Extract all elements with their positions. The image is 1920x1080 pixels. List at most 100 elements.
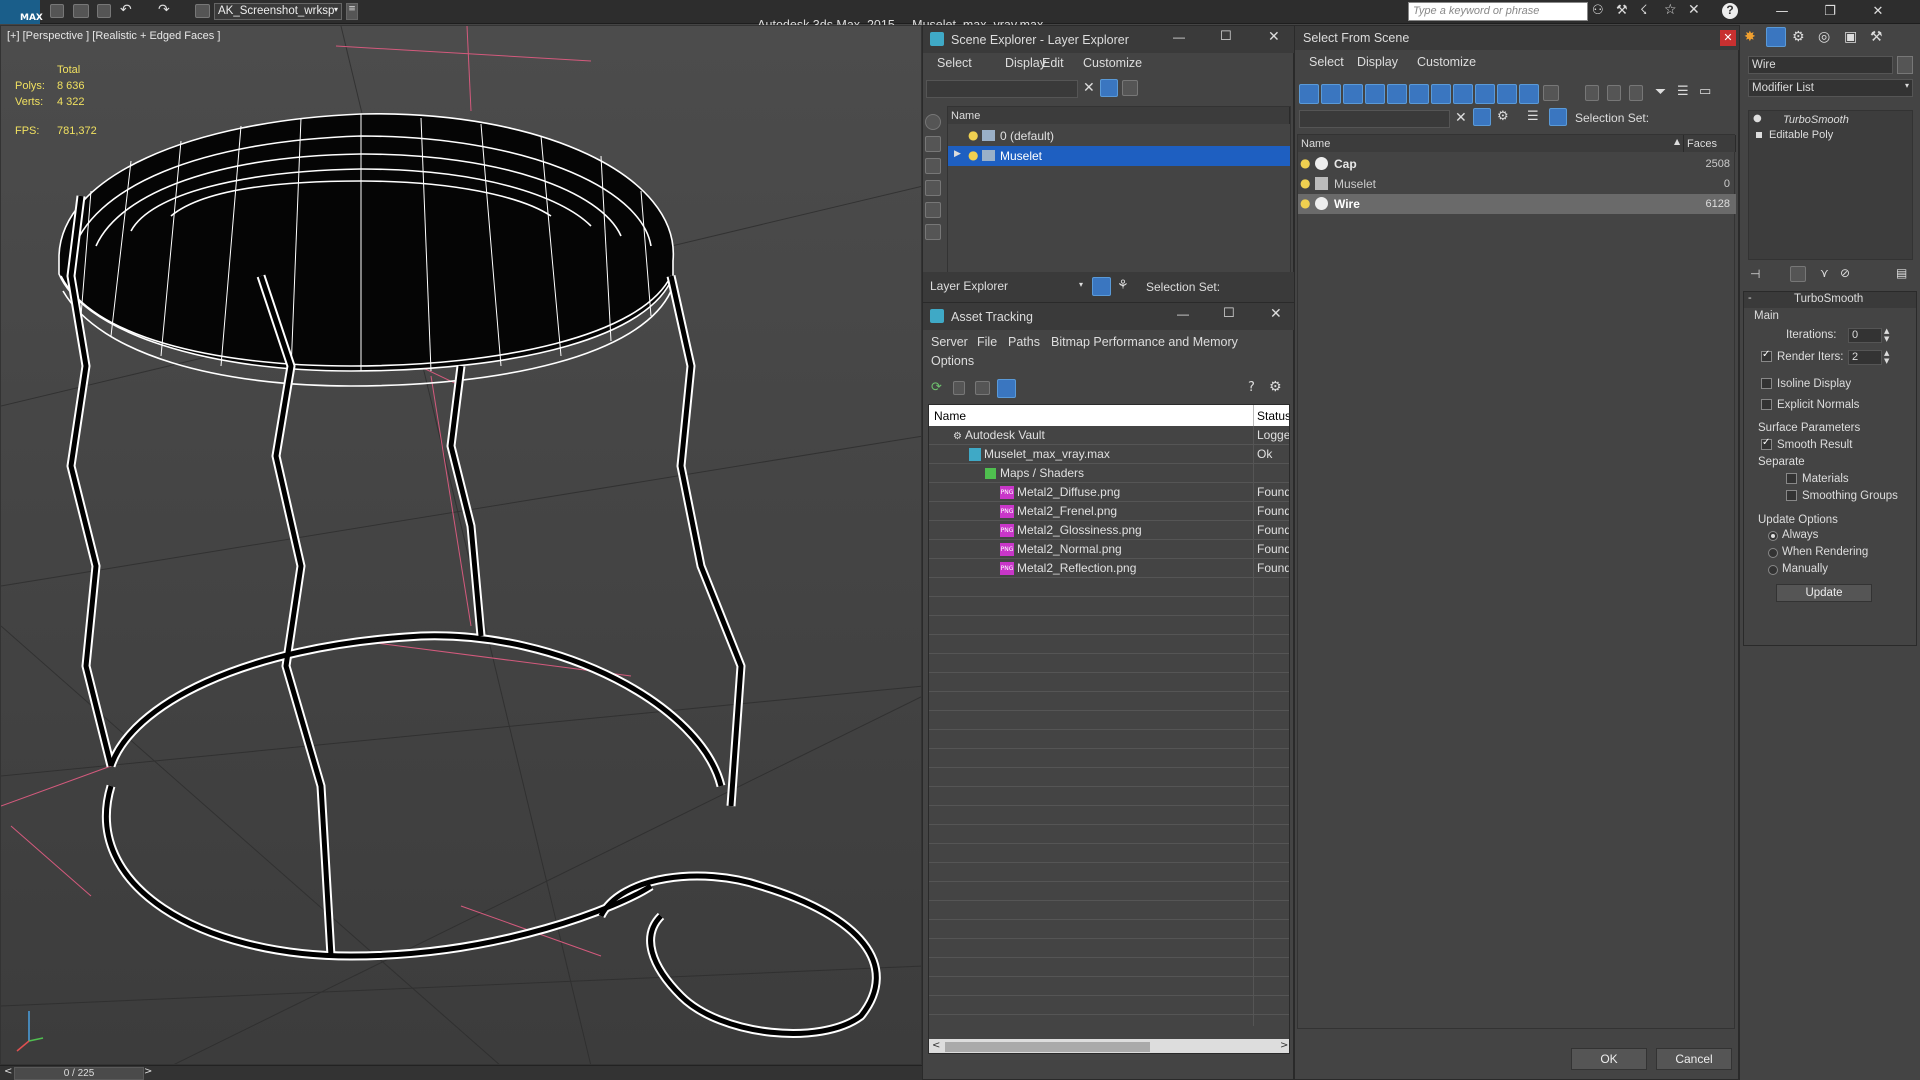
search-input[interactable]: Type a keyword or phrase (1408, 2, 1588, 21)
object-name-field[interactable]: Wire (1748, 56, 1893, 74)
light-bulb-icon[interactable]: ● (968, 148, 978, 162)
isoline-display-checkbox[interactable] (1761, 378, 1772, 389)
light-bulb-icon[interactable]: ● (968, 128, 978, 142)
update-button[interactable]: Update (1776, 584, 1872, 602)
layer-row[interactable]: ● 0 (default) (948, 126, 1290, 146)
sfs-menu-select[interactable]: Select (1309, 55, 1344, 69)
time-slider[interactable]: < 0 / 225 > (0, 1065, 922, 1080)
scene-explorer-search[interactable] (926, 80, 1078, 98)
clear-search-icon[interactable]: ✕ (1455, 110, 1467, 126)
modifier-bulb-icon[interactable]: ● (1753, 113, 1762, 124)
at-menu-bitmap[interactable]: Bitmap Performance and Memory (1051, 335, 1238, 349)
display-tab-icon[interactable]: ▣ (1844, 29, 1857, 45)
display-spacewarps-icon[interactable] (925, 224, 941, 240)
x-close-icon[interactable]: ✕ (1688, 2, 1700, 18)
asset-row[interactable]: PNG Metal2_Diffuse.png Found (929, 483, 1289, 502)
asset-row[interactable]: PNG Metal2_Normal.png Found (929, 540, 1289, 559)
asset-hscrollbar[interactable]: < > (929, 1039, 1289, 1053)
sort-ascending-icon[interactable]: ▲ (1674, 137, 1680, 146)
at-menu-server[interactable]: Server (931, 335, 968, 349)
stack-item[interactable]: ● TurboSmooth (1749, 113, 1912, 128)
open-file-icon[interactable] (73, 4, 89, 18)
workspace-menu-icon[interactable]: ≡ (346, 3, 358, 20)
time-slider-thumb[interactable]: 0 / 225 (14, 1067, 144, 1080)
layer-options-icon[interactable] (1122, 80, 1138, 96)
expand-arrow-icon[interactable]: ▶ (954, 149, 961, 159)
render-iters-checkbox[interactable] (1761, 349, 1772, 362)
minimize-button[interactable]: — (1760, 0, 1804, 24)
scene-explorer-titlebar[interactable]: Scene Explorer - Layer Explorer — ☐ ✕ (923, 26, 1295, 53)
filter-cameras-icon[interactable] (1365, 84, 1385, 104)
motion-tab-icon[interactable]: ◎ (1818, 29, 1830, 45)
filter-xrefs-icon[interactable] (1453, 84, 1473, 104)
filter-helpers-icon[interactable] (1387, 84, 1407, 104)
hierarchy-tab-icon[interactable]: ⚙ (1792, 29, 1805, 45)
new-file-icon[interactable] (50, 4, 64, 18)
filter-bones-icon[interactable] (1475, 84, 1495, 104)
se-menu-customize[interactable]: Customize (1083, 56, 1142, 70)
filter-shapes-icon[interactable] (1321, 84, 1341, 104)
show-end-result-icon[interactable] (1790, 266, 1806, 282)
time-next-icon[interactable]: > (144, 1066, 152, 1077)
asset-tracking-minimize[interactable]: — (1177, 307, 1189, 321)
asset-tracking-maximize[interactable]: ☐ (1223, 306, 1235, 321)
binoculars-icon[interactable]: ⚇ (1592, 3, 1604, 18)
asset-row[interactable]: Muselet_max_vray.max Ok (929, 445, 1289, 464)
collapse-icon[interactable]: ▭ (1699, 84, 1711, 99)
save-file-icon[interactable] (97, 4, 111, 18)
display-cameras-icon[interactable] (925, 180, 941, 196)
sfs-col-faces[interactable]: Faces (1684, 135, 1736, 152)
table-view-icon[interactable] (997, 379, 1016, 398)
utilities-tab-icon[interactable]: ⚒ (1870, 29, 1883, 45)
hierarchy-toggle-icon[interactable] (1549, 108, 1567, 126)
close-button[interactable]: ✕ (1856, 0, 1900, 24)
scene-explorer-maximize[interactable]: ☐ (1220, 29, 1232, 44)
settings-icon[interactable]: ⚙ (1269, 379, 1282, 395)
smooth-result-checkbox[interactable] (1761, 437, 1772, 450)
find-case-icon[interactable] (1473, 108, 1491, 126)
hierarchy-filter-icon[interactable]: ☰ (1677, 84, 1689, 99)
sfs-close[interactable]: ✕ (1720, 30, 1736, 46)
restore-button[interactable]: ❐ (1808, 0, 1852, 24)
select-none-icon[interactable] (1607, 85, 1621, 101)
list-view-icon[interactable] (953, 381, 965, 395)
asset-row[interactable]: ⚙Autodesk Vault Logged (929, 426, 1289, 445)
make-unique-icon[interactable]: ⋎ (1820, 266, 1829, 280)
scene-explorer-close[interactable]: ✕ (1268, 29, 1280, 45)
asset-tracking-close[interactable]: ✕ (1270, 306, 1282, 322)
hierarchy-icon[interactable]: ⚘ (1117, 278, 1129, 293)
render-iters-spinner[interactable]: 2 (1848, 350, 1882, 365)
refresh-icon[interactable]: ⟳ (931, 380, 942, 395)
asset-row[interactable]: Maps / Shaders (929, 464, 1289, 483)
filter-geometry-icon[interactable] (1299, 84, 1319, 104)
filter-groups-icon[interactable] (1431, 84, 1451, 104)
modify-tab-icon[interactable] (1766, 27, 1786, 47)
sfs-menu-display[interactable]: Display (1357, 55, 1398, 69)
asset-col-name[interactable]: Name (934, 409, 966, 423)
filter-hidden-icon[interactable] (1543, 85, 1559, 101)
spinner-arrows-icon[interactable]: ▲ ▼ (1884, 327, 1889, 343)
help-icon[interactable]: ? (1248, 380, 1255, 395)
display-lights-icon[interactable] (925, 158, 941, 174)
funnel-icon[interactable]: ⏷ (1655, 84, 1666, 100)
update-always-radio[interactable] (1768, 531, 1778, 541)
filter-icon[interactable] (1100, 79, 1118, 97)
undo-icon[interactable]: ↶ (120, 2, 132, 18)
materials-checkbox[interactable] (1786, 473, 1797, 484)
find-options-icon[interactable]: ⚙ (1497, 109, 1509, 124)
favorites-icon[interactable]: ☆ (1664, 2, 1677, 18)
iterations-spinner[interactable]: 0 (1848, 328, 1882, 343)
filter-lights-icon[interactable] (1343, 84, 1363, 104)
display-geometry-icon[interactable] (925, 114, 941, 130)
cancel-button[interactable]: Cancel (1656, 1048, 1732, 1070)
project-folder-icon[interactable] (195, 4, 210, 18)
modifier-list-dropdown[interactable]: Modifier List ▾ (1748, 79, 1913, 97)
layers-toggle-icon[interactable]: ☰ (1527, 109, 1539, 124)
asset-row[interactable]: PNG Metal2_Frenel.png Found (929, 502, 1289, 521)
asset-row[interactable]: PNG Metal2_Reflection.png Found (929, 559, 1289, 578)
object-color-swatch[interactable] (1897, 56, 1913, 74)
communication-center-icon[interactable]: ☇ (1640, 3, 1647, 18)
clear-search-icon[interactable]: ✕ (1083, 80, 1095, 96)
sfs-titlebar[interactable]: Select From Scene ✕ (1295, 26, 1740, 50)
sfs-search-input[interactable] (1299, 110, 1450, 128)
